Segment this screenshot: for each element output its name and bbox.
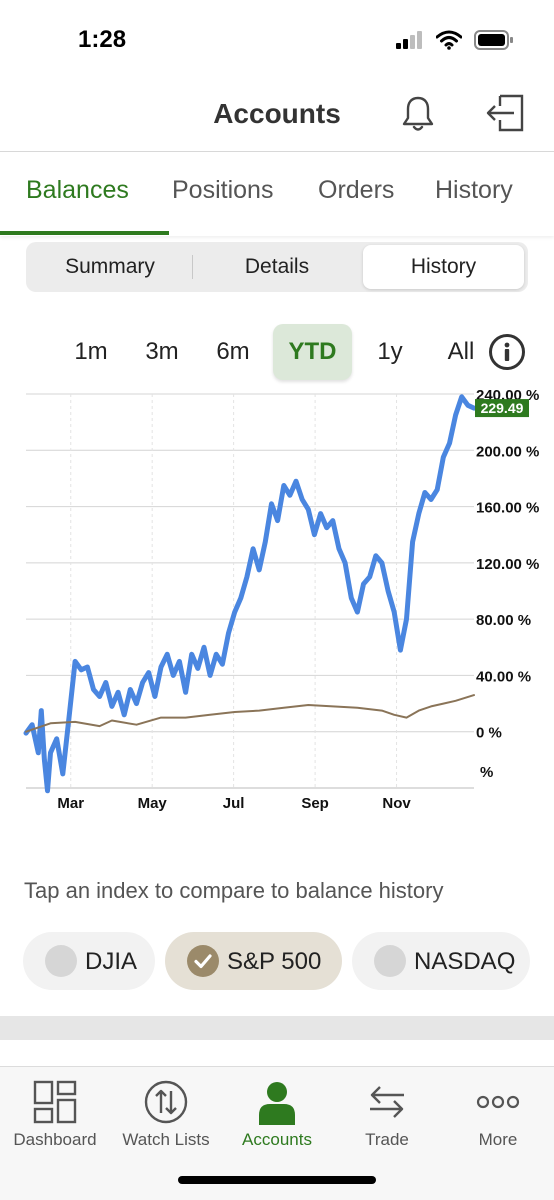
index-label: S&P 500 [227,948,322,975]
page-title: Accounts [213,98,341,129]
x-tick-label: May [138,795,168,812]
balances-segmented-control: Summary Details History [26,242,528,292]
x-tick-label: Nov [382,795,411,812]
watch-lists-icon [144,1080,188,1124]
accounts-icon [259,1082,295,1125]
x-tick-label: Mar [57,795,84,812]
range-1m[interactable]: 1m [66,324,116,380]
index-chip-sp500[interactable]: S&P 500 [165,932,342,990]
bottom-nav-label: Dashboard [13,1130,97,1149]
bell-icon [402,96,434,131]
section-separator [0,1016,554,1040]
y-tick-label: 160.00 % [476,500,539,517]
wifi-icon [436,30,462,50]
bottom-nav-trade[interactable]: Trade [332,1067,442,1157]
cellular-signal-icon [396,31,422,49]
y-axis-unit-label: % [480,764,493,781]
x-tick-label: Jul [223,795,245,812]
checkmark-icon [187,945,219,977]
battery-icon [474,30,513,50]
range-all[interactable]: All [440,324,482,380]
index-chip-nasdaq[interactable]: NASDAQ [352,932,530,990]
active-tab-indicator [0,231,169,235]
bottom-nav-more[interactable]: More [442,1067,554,1157]
status-time: 1:28 [78,26,127,53]
balance-history-chart: 0 % 40.00 % 80.00 % 120.00 % 160.00 % 200.00 … [0,387,554,828]
account-tabs: Balances Positions Orders History [0,152,554,236]
index-label: NASDAQ [414,948,516,975]
y-tick-label: 120.00 % [476,556,539,573]
y-tick-label: 40.00 % [476,668,531,685]
index-label: DJIA [85,948,138,975]
info-icon [504,342,510,361]
range-1y[interactable]: 1y [370,324,410,380]
time-range-selector: 1m 3m 6m YTD 1y All [0,320,554,384]
range-6m[interactable]: 6m [207,324,259,380]
bottom-nav-watch-lists[interactable]: Watch Lists [110,1067,222,1157]
tab-history[interactable]: History [435,176,513,205]
bottom-nav-dashboard[interactable]: Dashboard [0,1067,110,1157]
info-button[interactable] [489,334,525,370]
bottom-nav-label: Trade [365,1130,409,1149]
radio-unchecked-icon [374,945,406,977]
notifications-button[interactable] [400,94,436,134]
compare-hint: Tap an index to compare to balance histo… [24,878,444,903]
bottom-nav-accounts[interactable]: Accounts [222,1067,332,1157]
x-tick-label: Sep [301,795,329,812]
y-tick-label: 200.00 % [476,443,539,460]
tab-orders[interactable]: Orders [318,176,394,205]
index-chip-djia[interactable]: DJIA [23,932,155,990]
chart-labels: 0 % 40.00 % 80.00 % 120.00 % 160.00 % 200.00 … [57,387,539,812]
range-3m[interactable]: 3m [136,324,188,380]
tab-balances[interactable]: Balances [26,176,129,205]
chart-svg: 0 % 40.00 % 80.00 % 120.00 % 160.00 % 200.00 … [23,387,539,812]
segment-divider [192,255,193,279]
nav-header: Accounts [0,80,554,152]
y-tick-label: 80.00 % [476,612,531,629]
bottom-nav-label: More [478,1130,518,1149]
bottom-nav-label: Watch Lists [122,1130,210,1149]
segment-summary[interactable]: Summary [29,245,191,289]
y-tick-label: 0 % [476,725,502,742]
status-bar: 1:28 [0,0,554,80]
logout-button[interactable] [484,92,526,134]
bottom-nav-label: Accounts [242,1130,312,1149]
radio-unchecked-icon [45,945,77,977]
range-ytd[interactable]: YTD [273,324,352,380]
index-series-line [25,694,475,733]
more-icon [476,1095,520,1109]
segment-details[interactable]: Details [194,245,360,289]
status-icons [396,30,514,50]
current-value-label: 229.49 [481,400,524,416]
home-indicator [178,1176,376,1184]
tab-positions[interactable]: Positions [172,176,273,205]
trade-icon [370,1086,404,1118]
dashboard-icon [33,1080,77,1124]
segment-history[interactable]: History [363,245,524,289]
logout-icon [486,94,524,132]
